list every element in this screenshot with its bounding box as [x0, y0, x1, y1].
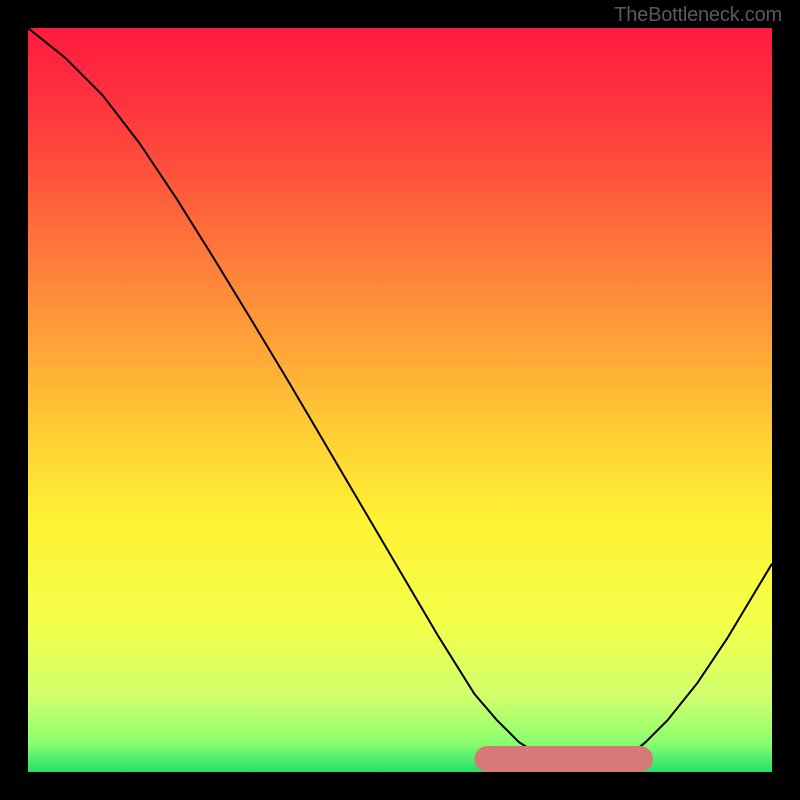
chart-svg: [0, 0, 800, 800]
bottleneck-chart: TheBottleneck.com: [0, 0, 800, 800]
watermark-text: TheBottleneck.com: [614, 4, 782, 27]
baseline-highlight: [474, 746, 653, 772]
plot-background: [28, 28, 772, 772]
